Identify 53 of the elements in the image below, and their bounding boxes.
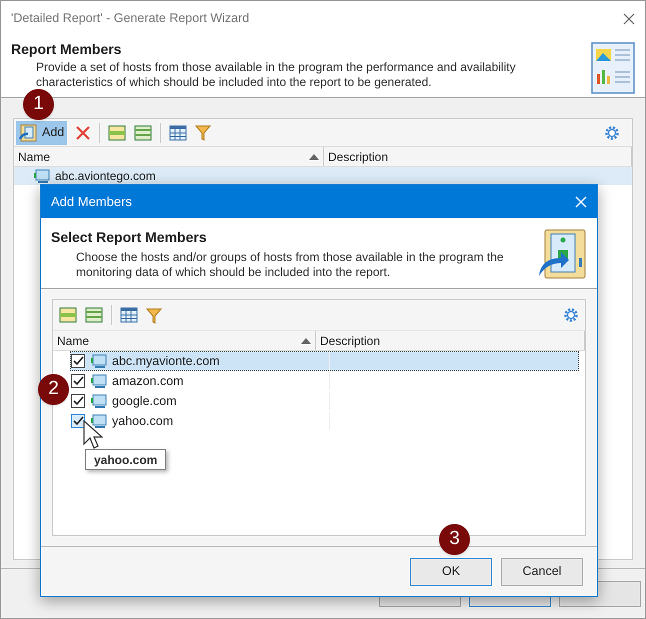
checkbox[interactable] <box>71 394 85 408</box>
folder-icon <box>19 124 37 142</box>
add-button[interactable]: Add <box>16 120 68 144</box>
host-name: abc.myavionte.com <box>112 352 330 370</box>
host-row[interactable]: google.com <box>70 391 579 411</box>
checkmark-icon <box>72 396 84 406</box>
sort-arrow-icon <box>301 338 311 344</box>
settings-icon[interactable] <box>563 307 579 323</box>
window-title: 'Detailed Report' - Generate Report Wizard <box>11 10 250 28</box>
dialog-title: Add Members <box>51 192 132 211</box>
table-icon[interactable] <box>169 124 188 140</box>
host-name: amazon.com <box>112 372 330 390</box>
checkmark-icon <box>72 416 84 426</box>
rows-icon[interactable] <box>108 124 126 140</box>
rows-icon[interactable] <box>59 307 77 323</box>
sort-arrow-icon <box>309 154 319 160</box>
filter-icon[interactable] <box>146 306 162 324</box>
mouse-cursor-icon <box>83 420 103 450</box>
checkmark-icon <box>72 376 84 386</box>
computer-icon <box>91 394 107 408</box>
dialog-button[interactable]: Cancel <box>501 558 583 586</box>
computer-icon <box>91 374 107 388</box>
filter-icon[interactable] <box>195 124 212 141</box>
column-header[interactable]: Name <box>14 147 324 166</box>
settings-icon[interactable] <box>604 124 620 140</box>
column-header[interactable]: Description <box>324 147 632 166</box>
checkmark-icon <box>72 356 84 366</box>
host-name: yahoo.com <box>112 412 330 430</box>
checkbox[interactable] <box>71 354 85 368</box>
dialog-button[interactable]: OK <box>410 558 492 586</box>
table-row[interactable]: abc.aviontego.com <box>14 167 632 185</box>
column-header[interactable]: Description <box>316 331 585 350</box>
computer-icon <box>91 354 107 368</box>
table-icon[interactable] <box>120 307 138 323</box>
rows-icon[interactable] <box>85 307 103 323</box>
close-icon[interactable] <box>623 12 635 24</box>
column-header[interactable]: Name <box>53 331 316 350</box>
host-name: google.com <box>112 392 330 410</box>
tooltip: yahoo.com <box>85 449 166 470</box>
computer-icon <box>34 168 50 184</box>
computer-icon <box>91 414 107 428</box>
dialog-description: Choose the hosts and/or groups of hosts from those available in the program the monitoring data of which should be included into the report. <box>76 250 505 280</box>
host-row[interactable]: abc.myavionte.com <box>70 351 579 371</box>
checkbox[interactable] <box>71 414 85 428</box>
checkbox[interactable] <box>71 374 85 388</box>
rows-icon[interactable] <box>134 124 152 140</box>
report-icon <box>591 42 635 94</box>
dialog-heading: Select Report Members <box>51 228 208 247</box>
host-row[interactable]: amazon.com <box>70 371 579 391</box>
page-description: Provide a set of hosts from those available in the program the performance and availability characteristics of which should be included into the report to be generated. <box>36 60 517 90</box>
host-name: abc.aviontego.com <box>55 168 156 185</box>
delete-icon[interactable] <box>75 124 92 140</box>
page-title: Report Members <box>11 40 122 59</box>
